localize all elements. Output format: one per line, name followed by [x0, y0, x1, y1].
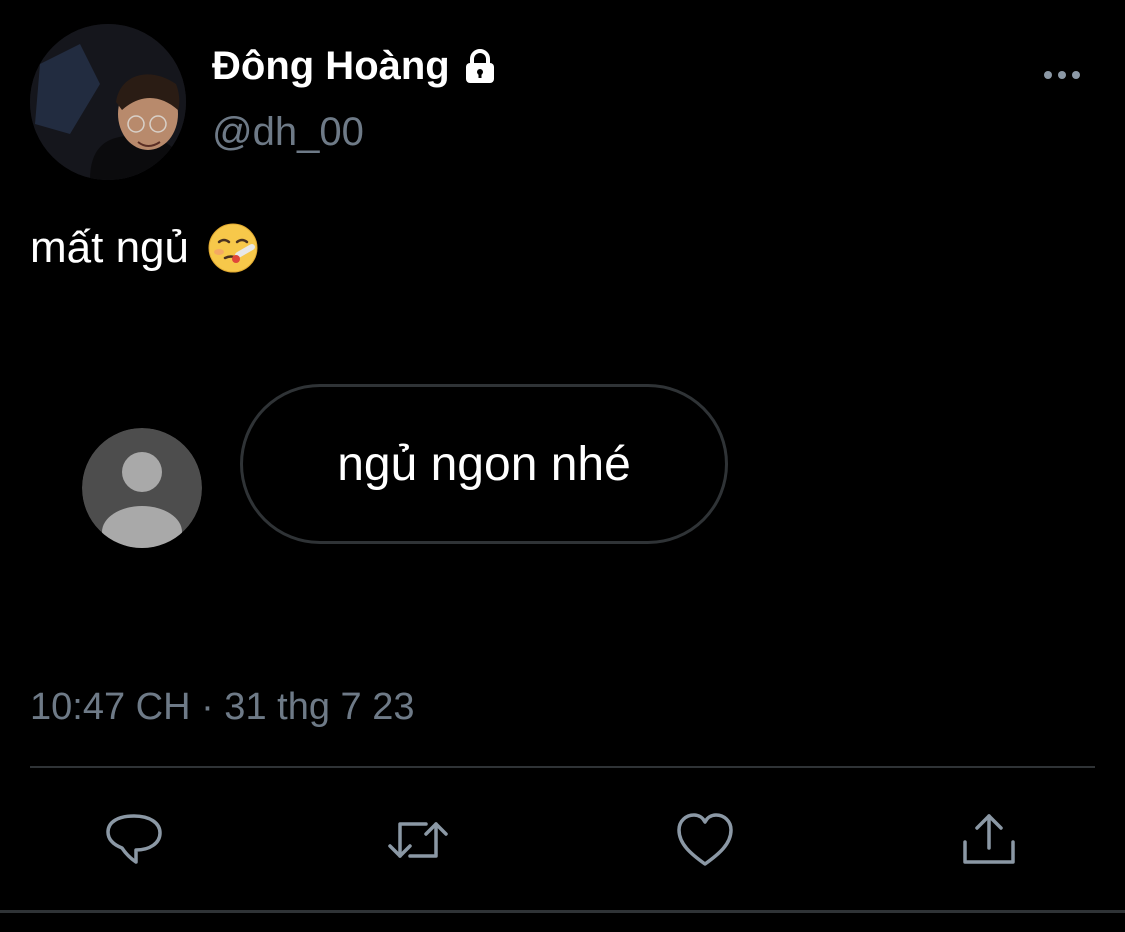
reply-icon	[106, 814, 162, 864]
divider	[30, 766, 1095, 768]
default-avatar	[82, 428, 202, 548]
more-options-button[interactable]	[1038, 58, 1086, 92]
author-handle[interactable]: @dh_00	[212, 110, 364, 155]
like-button[interactable]	[673, 810, 737, 870]
share-icon	[963, 814, 1015, 864]
share-button[interactable]	[957, 810, 1021, 870]
message-bubble: ngủ ngon nhé	[240, 384, 728, 544]
lock-icon	[460, 47, 500, 87]
display-name-text: Đông Hoàng	[212, 44, 450, 88]
tweet-text-content: mất ngủ	[30, 223, 189, 272]
heart-icon	[677, 813, 733, 866]
more-horizontal-icon	[1044, 71, 1080, 79]
embedded-message-card[interactable]: ngủ ngon nhé	[82, 384, 742, 548]
tweet-timestamp[interactable]: 10:47 CH · 31 thg 7 23	[30, 686, 414, 729]
bottom-divider	[0, 910, 1125, 913]
face-with-thermometer-emoji	[207, 222, 259, 274]
tweet-text: mất ngủ	[30, 222, 259, 274]
profile-photo	[30, 24, 186, 180]
author-avatar[interactable]	[30, 24, 186, 180]
retweet-button[interactable]	[386, 810, 450, 870]
retweet-icon	[388, 822, 448, 858]
author-display-name[interactable]: Đông Hoàng	[212, 44, 500, 89]
default-avatar-icon	[82, 428, 202, 548]
reply-button[interactable]	[102, 810, 166, 870]
